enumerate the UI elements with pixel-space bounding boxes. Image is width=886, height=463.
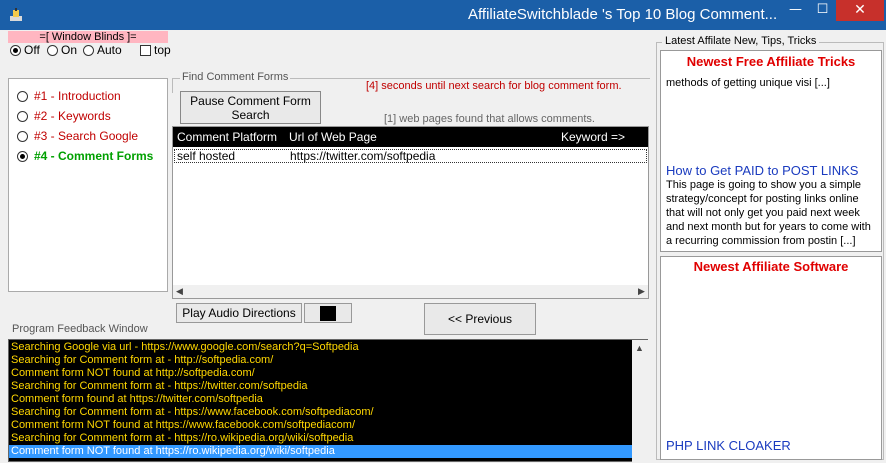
close-button[interactable]: ✕ [836, 0, 884, 21]
post-body: This page is going to show you a simple … [666, 179, 871, 247]
feedback-line-selected[interactable]: Comment form NOT found at https://ro.wik… [9, 445, 632, 458]
scroll-up-icon[interactable]: ▲ [633, 342, 646, 355]
checkbox-icon[interactable] [140, 44, 151, 56]
php-link-cloaker-link[interactable]: PHP LINK CLOAKER [666, 438, 791, 453]
top-label: top [154, 43, 171, 57]
blinds-on-label: On [61, 43, 78, 57]
vertical-scrollbar[interactable]: ▲ [632, 340, 648, 463]
play-audio-button[interactable]: Play Audio Directions [176, 303, 302, 323]
feedback-line[interactable]: Comment form found at https://twitter.co… [11, 393, 631, 406]
step-search-google[interactable]: #3 - Search Google [17, 129, 138, 143]
table-header: Comment Platform Url of Web Page Keyword… [173, 127, 648, 147]
cell-platform: self hosted [177, 149, 236, 163]
step-comment-forms[interactable]: #4 - Comment Forms [17, 149, 153, 163]
radio-selected-icon[interactable] [17, 150, 28, 162]
step-label: #3 - Search Google [34, 129, 139, 143]
post-title-link[interactable]: How to Get PAID to POST LINKS [666, 163, 858, 178]
radio-icon[interactable] [17, 110, 28, 122]
steps-panel: #1 - Introduction #2 - Keywords #3 - Sea… [8, 78, 168, 292]
feedback-line[interactable]: Searching for Comment form at - http://s… [11, 354, 631, 367]
find-group-legend: Find Comment Forms [180, 71, 291, 83]
pages-found-text: [1] web pages found that allows comments… [384, 113, 595, 125]
radio-selected-icon[interactable] [10, 44, 21, 56]
column-header-url[interactable]: Url of Web Page [289, 130, 377, 144]
maximize-button[interactable]: ☐ [809, 0, 836, 21]
step-introduction[interactable]: #1 - Introduction [17, 89, 121, 103]
blinds-auto-option[interactable]: Auto [83, 44, 122, 56]
software-heading: Newest Affiliate Software [693, 259, 849, 274]
countdown-text: [4] seconds until next search for blog c… [366, 80, 622, 92]
tricks-heading: Newest Free Affiliate Tricks [686, 54, 856, 69]
feedback-label: Program Feedback Window [12, 323, 148, 335]
feedback-line[interactable]: Searching for Comment form at - https://… [11, 380, 631, 393]
color-button[interactable] [304, 303, 352, 323]
radio-icon[interactable] [47, 44, 58, 56]
horizontal-scrollbar[interactable]: ◀ ▶ [173, 285, 648, 298]
color-swatch [320, 306, 336, 321]
scroll-left-icon[interactable]: ◀ [173, 285, 186, 298]
top-checkbox[interactable]: top [140, 44, 171, 56]
blinds-on-option[interactable]: On [47, 44, 77, 56]
step-keywords[interactable]: #2 - Keywords [17, 109, 111, 123]
column-header-keyword[interactable]: Keyword => [561, 130, 625, 144]
app-icon [10, 8, 22, 21]
table-row[interactable]: self hosted https://twitter.com/softpedi… [174, 149, 647, 163]
software-panel: Newest Affiliate Software PHP LINK CLOAK… [660, 256, 882, 460]
step-label: #1 - Introduction [34, 89, 121, 103]
cell-url: https://twitter.com/softpedia [290, 149, 436, 163]
pause-search-button[interactable]: Pause Comment Form Search [180, 91, 321, 124]
blinds-off-option[interactable]: Off [10, 44, 40, 56]
previous-button[interactable]: << Previous [424, 303, 536, 335]
find-group-border-left [172, 78, 173, 93]
radio-icon[interactable] [83, 44, 94, 56]
window-blinds-label: =[ Window Blinds ]= [8, 31, 168, 43]
results-table: Comment Platform Url of Web Page Keyword… [172, 126, 649, 299]
step-label: #2 - Keywords [34, 109, 111, 123]
tricks-snippet: methods of getting unique visi [...] [666, 77, 830, 89]
feedback-line[interactable]: Searching for Comment form at - https://… [11, 406, 631, 419]
feedback-line[interactable]: Comment form NOT found at https://www.fa… [11, 419, 631, 432]
step-label: #4 - Comment Forms [34, 149, 154, 163]
sidebar-legend: Latest Affilate New, Tips, Tricks [662, 35, 820, 47]
column-header-platform[interactable]: Comment Platform [177, 130, 277, 144]
radio-icon[interactable] [17, 130, 28, 142]
feedback-line[interactable]: Searching Google via url - https://www.g… [11, 341, 631, 354]
blinds-auto-label: Auto [97, 43, 122, 57]
radio-icon[interactable] [17, 90, 28, 102]
minimize-button[interactable]: — [782, 0, 809, 21]
title-bar[interactable]: AffiliateSwitchblade 's Top 10 Blog Comm… [0, 0, 886, 30]
feedback-window[interactable]: Searching Google via url - https://www.g… [8, 339, 648, 463]
tricks-panel: Newest Free Affiliate Tricks methods of … [660, 50, 882, 252]
blinds-off-label: Off [24, 43, 40, 57]
feedback-line[interactable]: Comment form NOT found at http://softped… [11, 367, 631, 380]
feedback-line[interactable]: Searching for Comment form at - https://… [11, 432, 631, 445]
scroll-right-icon[interactable]: ▶ [635, 285, 648, 298]
window-title: AffiliateSwitchblade 's Top 10 Blog Comm… [468, 6, 778, 23]
